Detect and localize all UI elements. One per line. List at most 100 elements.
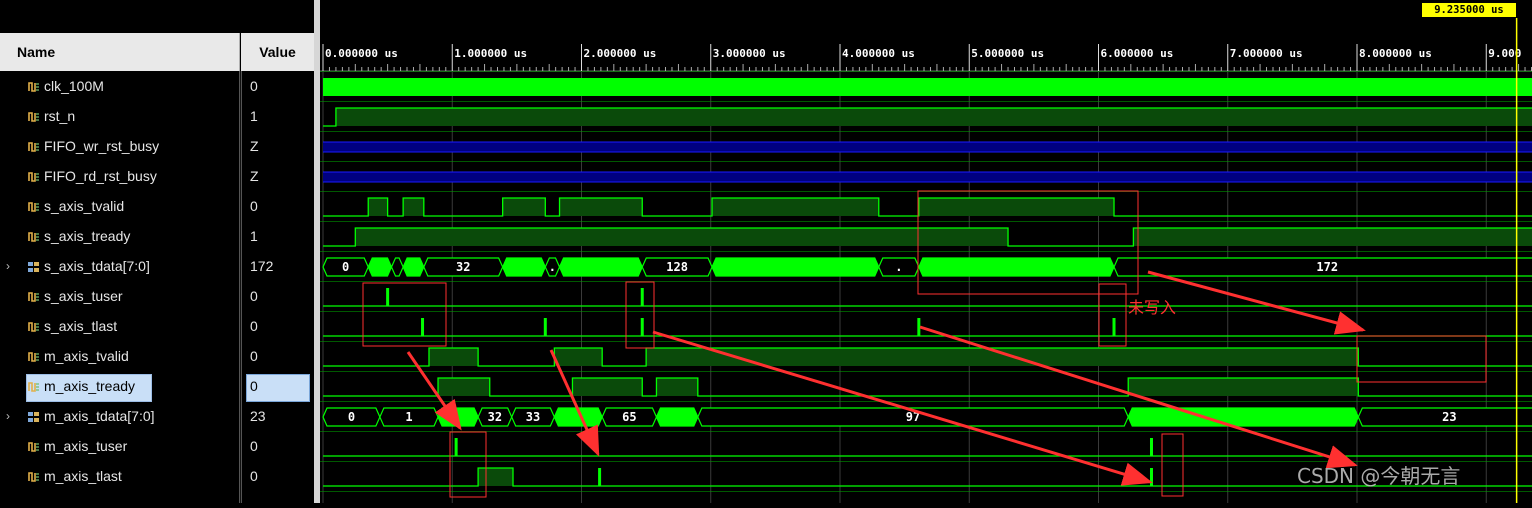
- signal-value: 1: [250, 228, 258, 244]
- annotation-arrow: [1147, 270, 1366, 335]
- signal-row[interactable]: s_axis_tuser 0: [0, 282, 314, 312]
- pulse-mark: [1112, 318, 1116, 336]
- highlight-box: [1356, 335, 1487, 383]
- ruler-tick-label: 3.000000 us: [713, 47, 786, 60]
- logic-signal-icon: [28, 112, 39, 122]
- ruler-tick-label: 7.000000 us: [1230, 47, 1303, 60]
- signal-name: m_axis_tready: [44, 378, 136, 394]
- pulse-mark: [386, 288, 390, 306]
- high-level-fill: [403, 198, 424, 216]
- bus-value-label: 32: [456, 260, 470, 274]
- signal-row[interactable]: clk_100M 0: [0, 72, 314, 102]
- signal-row[interactable]: › s_axis_tdata[7:0] 172: [0, 252, 314, 282]
- highlight-box: [625, 281, 655, 349]
- watermark: CSDN @今朝无言: [1297, 464, 1461, 488]
- high-level-fill: [559, 198, 643, 216]
- signal-row[interactable]: rst_n 1: [0, 102, 314, 132]
- high-level-fill: [368, 198, 388, 216]
- ruler-tick-label: 1.000000 us: [454, 47, 527, 60]
- value-column-header[interactable]: Value: [241, 33, 314, 71]
- signal-row[interactable]: FIFO_rd_rst_busy Z: [0, 162, 314, 192]
- bus-segment: [402, 257, 425, 277]
- pulse-mark: [598, 468, 602, 486]
- pulse-mark: [421, 318, 425, 336]
- signal-row[interactable]: m_axis_tvalid 0: [0, 342, 314, 372]
- waveform-canvas[interactable]: 0.000000 us 1.000000 us 2.000000 us 3.00000…: [320, 0, 1532, 503]
- bus-value-label: .: [895, 260, 902, 274]
- high-level-fill: [712, 198, 879, 216]
- signal-row[interactable]: s_axis_tvalid 0: [0, 192, 314, 222]
- pulse-mark: [454, 438, 458, 456]
- highlight-box: [1161, 433, 1184, 497]
- signal-row[interactable]: s_axis_tready 1: [0, 222, 314, 252]
- expand-chevron-icon[interactable]: ›: [6, 259, 10, 273]
- ruler-tick-label: 2.000000 us: [584, 47, 657, 60]
- signal-name: s_axis_tlast: [44, 318, 118, 334]
- bus-value-label: .: [549, 260, 556, 274]
- pulse-mark: [640, 318, 644, 336]
- bus-value-label: 0: [342, 260, 349, 274]
- z-state-band: [323, 142, 1532, 152]
- clock-wave: [323, 78, 1532, 96]
- bus-signal-icon: [28, 262, 39, 272]
- signal-name: m_axis_tlast: [44, 468, 122, 484]
- signal-row[interactable]: s_axis_tlast 0: [0, 312, 314, 342]
- signal-row[interactable]: m_axis_tlast 0: [0, 462, 314, 492]
- pulse-mark: [640, 288, 644, 306]
- ruler-tick-label: 6.000000 us: [1101, 47, 1174, 60]
- bus-value-label: 1: [405, 410, 412, 424]
- z-state-band: [323, 172, 1532, 182]
- signal-value: 0: [250, 378, 258, 394]
- signal-name: m_axis_tdata[7:0]: [44, 408, 155, 424]
- high-level-fill: [1133, 228, 1532, 246]
- logic-signal-icon: [28, 472, 39, 482]
- waveform-svg: 0.000000 us 1.000000 us 2.000000 us 3.00000…: [320, 18, 1532, 503]
- logic-signal-icon: [28, 292, 39, 302]
- bus-value-label: 128: [666, 260, 688, 274]
- logic-signal-icon: [28, 172, 39, 182]
- highlight-box: [1098, 283, 1127, 347]
- signal-name: clk_100M: [44, 78, 104, 94]
- ruler-tick-label: 4.000000 us: [842, 47, 915, 60]
- pulse-mark: [1149, 468, 1153, 486]
- logic-signal-icon: [28, 82, 39, 92]
- signal-value: 0: [250, 198, 258, 214]
- signal-name: s_axis_tdata[7:0]: [44, 258, 150, 274]
- bus-value-label: 172: [1316, 260, 1338, 274]
- bus-value-label: 23: [1442, 410, 1456, 424]
- signal-row[interactable]: m_axis_tready 0: [0, 372, 314, 402]
- signal-name: rst_n: [44, 108, 76, 124]
- expand-chevron-icon[interactable]: ›: [6, 409, 10, 423]
- bus-value-label: 32: [488, 410, 502, 424]
- bus-segment: [1127, 407, 1359, 427]
- bus-segment: [367, 257, 393, 277]
- ruler-tick-label: 8.000000 us: [1359, 47, 1432, 60]
- high-level-fill: [478, 468, 513, 486]
- bus-value-label: 65: [622, 410, 636, 424]
- logic-signal-icon: [28, 442, 39, 452]
- signal-value: 0: [250, 438, 258, 454]
- logic-signal-icon: [28, 382, 39, 392]
- signal-row[interactable]: › m_axis_tdata[7:0] 23: [0, 402, 314, 432]
- signal-row[interactable]: m_axis_tuser 0: [0, 432, 314, 462]
- logic-signal-icon: [28, 322, 39, 332]
- signal-value: Z: [250, 168, 259, 184]
- high-level-fill: [918, 198, 1115, 216]
- high-level-fill: [502, 198, 546, 216]
- signal-name: FIFO_wr_rst_busy: [44, 138, 160, 154]
- high-level-fill: [335, 108, 1532, 126]
- high-level-fill: [1128, 378, 1359, 396]
- signal-value: 0: [250, 318, 258, 334]
- high-level-fill: [438, 378, 490, 396]
- signal-row[interactable]: FIFO_wr_rst_busy Z: [0, 132, 314, 162]
- bus-segment: [558, 257, 643, 277]
- name-column-header[interactable]: Name: [0, 33, 240, 71]
- signal-value: 0: [250, 468, 258, 484]
- high-level-fill: [355, 228, 1009, 246]
- logic-signal-icon: [28, 232, 39, 242]
- bus-value-label: 33: [526, 410, 540, 424]
- logic-signal-icon: [28, 142, 39, 152]
- high-level-fill: [572, 378, 643, 396]
- ruler-tick-label: 0.000000 us: [325, 47, 398, 60]
- signal-name: FIFO_rd_rst_busy: [44, 168, 157, 184]
